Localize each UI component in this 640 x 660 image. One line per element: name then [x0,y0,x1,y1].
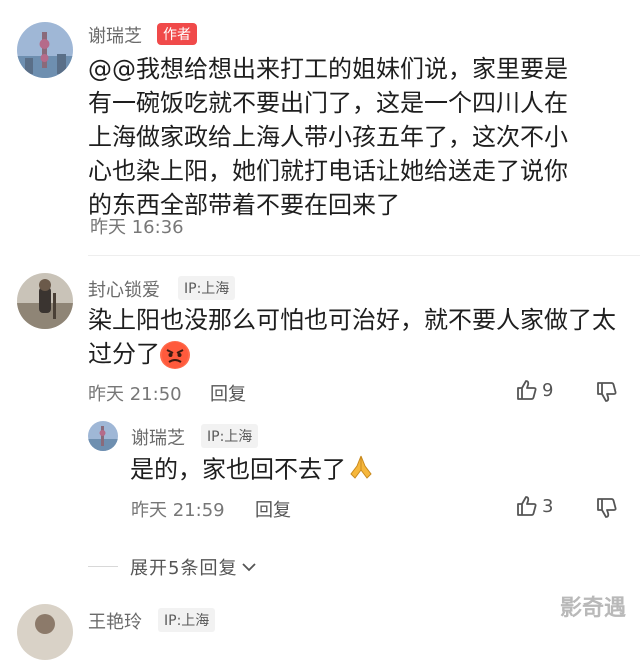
thumbs-down-icon[interactable] [596,381,618,403]
username[interactable]: 谢瑞芝 [88,22,142,48]
reply-text-content: 是的，家也回不去了 [130,455,346,484]
comment-text: @@我想给想出来打工的姐妹们说，家里要是有一碗饭吃就不要出门了，这是一个四川人在… [88,55,568,219]
avatar[interactable] [17,604,73,660]
ip-location-tag: IP:上海 [178,276,236,300]
reply-button[interactable]: 回复 [255,496,291,522]
expand-replies-label: 展开5条回复 [130,558,238,579]
like-count: 3 [542,496,554,517]
comment-time: 昨天 21:50 [88,384,182,405]
folded-hands-icon [346,452,376,489]
watermark: 影奇遇 [560,596,627,621]
avatar[interactable] [17,273,73,329]
ip-location-tag: IP:上海 [201,424,259,448]
username[interactable]: 王艳玲 [88,608,142,634]
like-count: 9 [542,380,554,401]
reply-time: 昨天 21:59 [131,500,225,521]
username[interactable]: 谢瑞芝 [131,424,185,450]
angry-face-icon [160,341,190,369]
avatar[interactable] [88,421,118,451]
reply-text: 是的，家也回不去了 [130,452,610,489]
avatar[interactable] [17,22,73,78]
comment-time: 昨天 16:36 [90,217,184,238]
reply-button[interactable]: 回复 [210,380,246,406]
thumbs-up-icon[interactable] [516,495,538,517]
expand-replies-button[interactable]: 展开5条回复 [130,554,257,580]
expand-line [88,566,118,567]
divider [88,255,640,256]
chevron-down-icon [241,558,257,577]
username[interactable]: 封心锁爱 [88,276,160,302]
thumbs-up-icon[interactable] [516,379,538,401]
ip-location-tag: IP:上海 [158,608,216,632]
thumbs-down-icon[interactable] [596,497,618,519]
author-badge: 作者 [157,23,197,45]
comment-text: 染上阳也没那么可怕也可治好，就不要人家做了太过分了 [88,303,633,371]
